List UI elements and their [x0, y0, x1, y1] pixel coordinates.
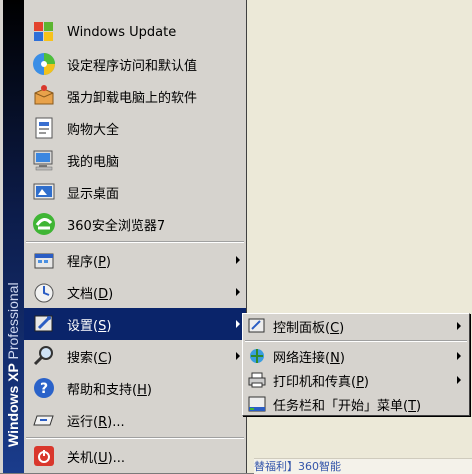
- menu-item-label: Windows Update: [67, 24, 177, 40]
- menu-item-uninstall-software[interactable]: 强力卸载电脑上的软件: [24, 80, 246, 112]
- submenu-arrow-icon: [457, 376, 461, 384]
- banner-edition: Professional: [5, 282, 21, 360]
- menu-item-label: 360安全浏览器7: [67, 218, 166, 234]
- computer-icon: [30, 146, 58, 174]
- menu-separator: [26, 437, 244, 439]
- menu-item-show-desktop[interactable]: 显示桌面: [24, 176, 246, 208]
- shutdown-icon: [30, 442, 58, 470]
- menu-separator: [26, 241, 244, 243]
- banner-brand: Windows XP: [5, 363, 21, 447]
- documents-icon: [30, 278, 58, 306]
- menu-item-shutdown[interactable]: 关机(U)...: [24, 440, 246, 472]
- menu-item-label: 显示桌面: [67, 186, 120, 202]
- start-menu-list: Windows Update 设定程序访问和默认值 强力卸载电脑上的软件 购物大…: [24, 16, 246, 472]
- menu-item-search[interactable]: 搜索(C): [24, 340, 246, 372]
- printer-icon: [247, 370, 267, 390]
- network-icon: [247, 346, 267, 366]
- menu-item-run[interactable]: 运行(R)...: [24, 404, 246, 436]
- submenu-item-printers-faxes[interactable]: 打印机和传真(P): [243, 368, 469, 392]
- menu-item-documents[interactable]: 文档(D): [24, 276, 246, 308]
- menu-item-label: 设定程序访问和默认值: [67, 58, 198, 74]
- menu-item-label: 购物大全: [67, 122, 120, 138]
- menu-item-label: 强力卸载电脑上的软件: [67, 90, 198, 106]
- submenu-arrow-icon: [236, 352, 240, 360]
- menu-item-programs[interactable]: 程序(P): [24, 244, 246, 276]
- start-menu-banner: Windows XP Professional: [3, 0, 24, 473]
- submenu-separator: [245, 340, 467, 342]
- background-window-text: 替福利】360智能: [254, 458, 472, 474]
- taskbar-icon: [247, 394, 267, 414]
- menu-item-help[interactable]: ? 帮助和支持(H): [24, 372, 246, 404]
- control-panel-icon: [247, 316, 267, 336]
- menu-item-set-program-defaults[interactable]: 设定程序访问和默认值: [24, 48, 246, 80]
- background-window-label: 替福利】360智能: [254, 460, 341, 473]
- default-programs-icon: [30, 50, 58, 78]
- windows-update-icon: [30, 18, 58, 46]
- start-menu: Windows XP Professional Windows Update 设…: [0, 0, 247, 473]
- help-icon: ?: [30, 374, 58, 402]
- submenu-item-taskbar-start-menu[interactable]: 任务栏和「开始」菜单(T): [243, 392, 469, 416]
- browser-360-icon: [30, 210, 58, 238]
- banner-text: Windows XP Professional: [3, 0, 23, 469]
- desktop-icon: [30, 178, 58, 206]
- menu-item-settings[interactable]: 设置(S): [24, 308, 246, 340]
- submenu-arrow-icon: [457, 322, 461, 330]
- programs-icon: [30, 246, 58, 274]
- submenu-arrow-icon: [236, 256, 240, 264]
- uninstall-box-icon: [30, 82, 58, 110]
- submenu-item-control-panel[interactable]: 控制面板(C): [243, 314, 469, 338]
- settings-submenu: 控制面板(C) 网络连接(N) 打印机和传真(P) 任务栏和「开始」菜单(T): [242, 313, 470, 416]
- submenu-arrow-icon: [457, 352, 461, 360]
- submenu-arrow-icon: [236, 320, 240, 328]
- submenu-item-network-connections[interactable]: 网络连接(N): [243, 344, 469, 368]
- settings-icon: [30, 310, 58, 338]
- menu-item-windows-update[interactable]: Windows Update: [24, 16, 246, 48]
- menu-item-shopping[interactable]: 购物大全: [24, 112, 246, 144]
- search-icon: [30, 342, 58, 370]
- menu-item-browser-360[interactable]: 360安全浏览器7: [24, 208, 246, 240]
- menu-item-my-computer[interactable]: 我的电脑: [24, 144, 246, 176]
- svg-text:?: ?: [40, 381, 48, 397]
- run-icon: [30, 406, 58, 434]
- menu-item-label: 我的电脑: [67, 154, 120, 170]
- submenu-arrow-icon: [236, 288, 240, 296]
- shopping-doc-icon: [30, 114, 58, 142]
